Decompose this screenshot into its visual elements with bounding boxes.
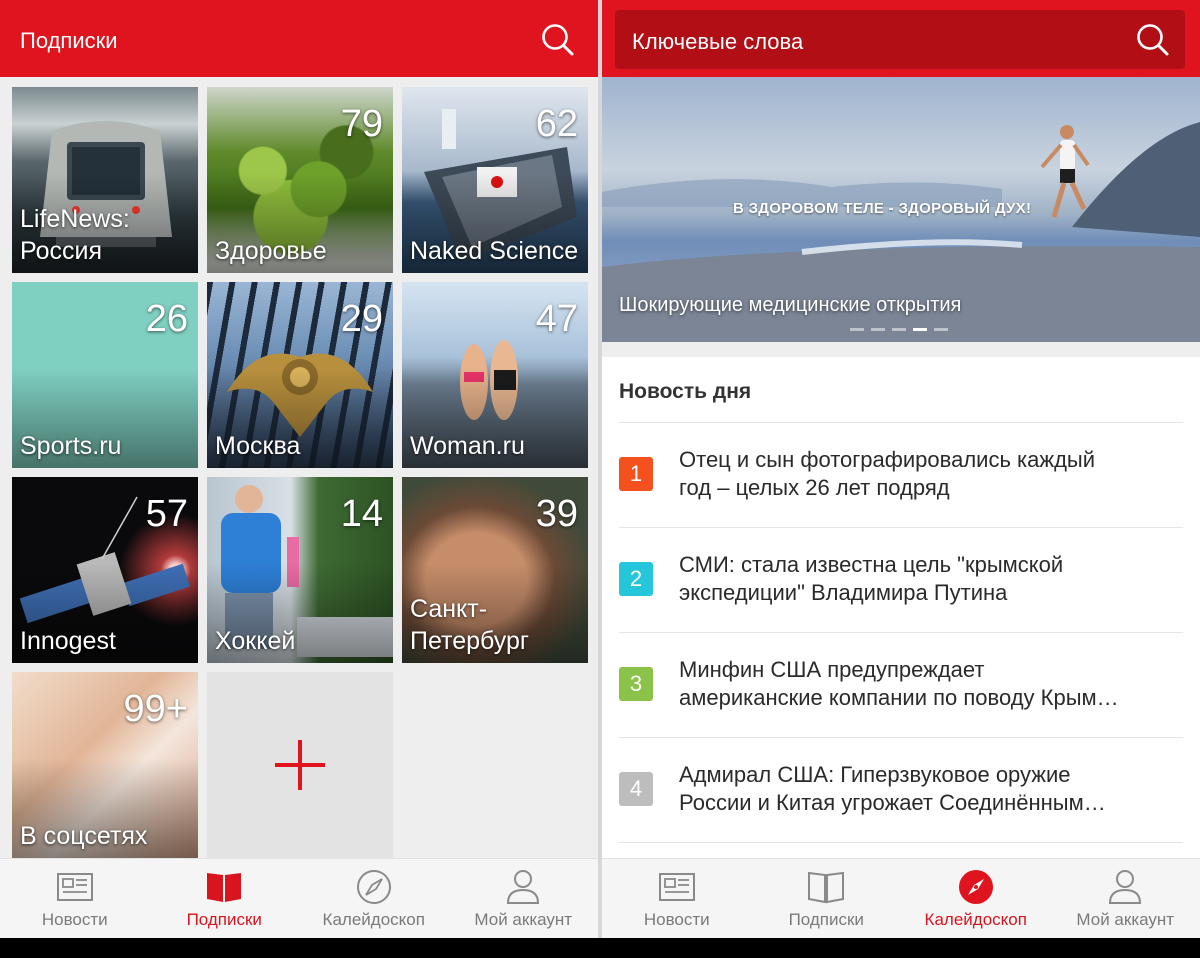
nav-label: Новости <box>41 910 108 929</box>
tile-label: LifeNews: Россия <box>20 205 130 265</box>
tile-label: Санкт-Петербург <box>410 595 530 655</box>
nav-item-news[interactable]: Новости <box>602 859 752 938</box>
search-icon[interactable] <box>540 22 576 58</box>
news-headline: Минфин США предупреждает американские ко… <box>679 657 1119 710</box>
news-of-the-day-panel: Новость дня 1 Отец и сын фотографировали… <box>602 357 1200 860</box>
app-header: Подписки <box>0 0 598 77</box>
unread-count-badge: 14 <box>340 493 383 535</box>
search-placeholder: Ключевые слова <box>632 29 804 54</box>
nav-label: Калейдоскоп <box>924 910 1027 929</box>
bottom-navigation: Новости Подписки Калейдоскоп Мой аккаунт <box>602 858 1200 938</box>
subscription-tile-lifenews[interactable]: LifeNews: Россия <box>12 87 198 273</box>
nav-label: Новости <box>643 910 710 929</box>
nav-label: Калейдоскоп <box>322 910 425 929</box>
subscription-tile-woman[interactable]: 47 Woman.ru <box>402 282 588 468</box>
compass-icon <box>958 870 993 904</box>
nav-item-kaleidoscope[interactable]: Калейдоскоп <box>299 859 449 938</box>
nav-label: Мой аккаунт <box>474 910 573 929</box>
page-title: Подписки <box>20 28 118 53</box>
tile-label: В соцсетях <box>20 822 148 850</box>
book-icon <box>207 873 242 902</box>
carousel-dot-active <box>913 328 927 331</box>
tile-label: Innogest <box>20 627 116 655</box>
user-icon <box>507 870 540 904</box>
subscription-tile-innogest[interactable]: 57 Innogest <box>12 477 198 663</box>
nav-label: Подписки <box>186 910 262 929</box>
news-list-item[interactable]: 1 Отец и сын фотографировались каждый го… <box>602 423 1200 527</box>
system-bar <box>0 938 1200 958</box>
news-list-item[interactable]: 4 Адмирал США: Гиперзвуковое оружие Росс… <box>602 738 1200 842</box>
news-headline: Адмирал США: Гиперзвуковое оружие России… <box>679 762 1106 815</box>
subscription-tile-health[interactable]: 79 Здоровье <box>207 87 393 273</box>
nav-item-kaleidoscope[interactable]: Калейдоскоп <box>901 859 1051 938</box>
news-list-item[interactable]: 2 СМИ: стала известна цель "крымской экс… <box>602 528 1200 632</box>
unread-count-badge: 26 <box>145 298 188 340</box>
subscription-tile-moscow[interactable]: 29 Москва <box>207 282 393 468</box>
tile-label: Woman.ru <box>410 432 525 460</box>
carousel-caption: Шокирующие медицинские открытия <box>619 294 962 316</box>
news-list-item[interactable]: 3 Минфин США предупреждает американские … <box>602 633 1200 737</box>
carousel-dot <box>850 328 864 331</box>
rank-badge: 2 <box>619 562 653 596</box>
subscription-tile-naked-science[interactable]: 62 Naked Science <box>402 87 588 273</box>
unread-count-badge: 62 <box>535 103 578 145</box>
carousel-dot <box>892 328 906 331</box>
nav-item-subscriptions[interactable]: Подписки <box>150 859 300 938</box>
bottom-navigation: Новости Подписки Калейдоскоп Мой аккаунт <box>0 858 598 938</box>
subscription-tile-social[interactable]: 99+ В соцсетях <box>12 672 198 858</box>
carousel-dot <box>871 328 885 331</box>
unread-count-badge: 29 <box>340 298 383 340</box>
carousel-dot <box>934 328 948 331</box>
newspaper-icon <box>56 873 93 901</box>
nav-item-news[interactable]: Новости <box>0 859 150 938</box>
tile-label: Москва <box>215 432 301 460</box>
app-header: Ключевые слова <box>602 0 1200 77</box>
news-headline: СМИ: стала известна цель "крымской экспе… <box>679 552 1064 605</box>
compass-icon <box>356 870 391 904</box>
unread-count-badge: 79 <box>340 103 383 145</box>
newspaper-icon <box>658 873 695 901</box>
tile-label: Naked Science <box>410 237 579 265</box>
subscription-tile-hockey[interactable]: 14 Хоккей <box>207 477 393 663</box>
keywords-search-bar[interactable]: Ключевые слова <box>615 10 1185 69</box>
news-headline: Отец и сын фотографировались каждый год … <box>679 447 1096 500</box>
unread-count-badge: 39 <box>535 493 578 535</box>
carousel-indicator <box>850 328 948 331</box>
rank-badge: 1 <box>619 457 653 491</box>
book-icon <box>808 871 845 904</box>
search-icon[interactable] <box>1135 22 1171 58</box>
unread-count-badge: 57 <box>145 493 188 535</box>
tile-label: Sports.ru <box>20 432 122 460</box>
plus-icon <box>275 740 325 790</box>
subscription-tile-sports[interactable]: 26 Sports.ru <box>12 282 198 468</box>
rank-badge: 4 <box>619 772 653 806</box>
nav-item-subscriptions[interactable]: Подписки <box>752 859 902 938</box>
add-subscription-button[interactable] <box>207 672 393 858</box>
unread-count-badge: 99+ <box>123 688 188 730</box>
nav-item-account[interactable]: Мой аккаунт <box>1051 859 1200 938</box>
subscriptions-screen: Подписки LifeNews: Россия 79 Здоровье 62… <box>0 0 598 938</box>
nav-label: Подписки <box>788 910 864 929</box>
unread-count-badge: 47 <box>535 298 578 340</box>
tile-label: Хоккей <box>215 627 296 655</box>
rank-badge: 3 <box>619 667 653 701</box>
nav-label: Мой аккаунт <box>1076 910 1175 929</box>
featured-carousel[interactable]: В ЗДОРОВОМ ТЕЛЕ - ЗДОРОВЫЙ ДУХ! Шокирующ… <box>602 77 1200 342</box>
kaleidoscope-screen: Ключевые слова В ЗДОРОВОМ ТЕЛЕ - ЗДОРОВЫ… <box>602 0 1200 938</box>
user-icon <box>1109 870 1142 904</box>
section-title: Новость дня <box>619 380 752 403</box>
nav-item-account[interactable]: Мой аккаунт <box>449 859 599 938</box>
banner-slogan: В ЗДОРОВОМ ТЕЛЕ - ЗДОРОВЫЙ ДУХ! <box>733 200 1032 217</box>
tile-label: Здоровье <box>215 237 327 265</box>
subscription-tile-st-petersburg[interactable]: 39 Санкт-Петербург <box>402 477 588 663</box>
